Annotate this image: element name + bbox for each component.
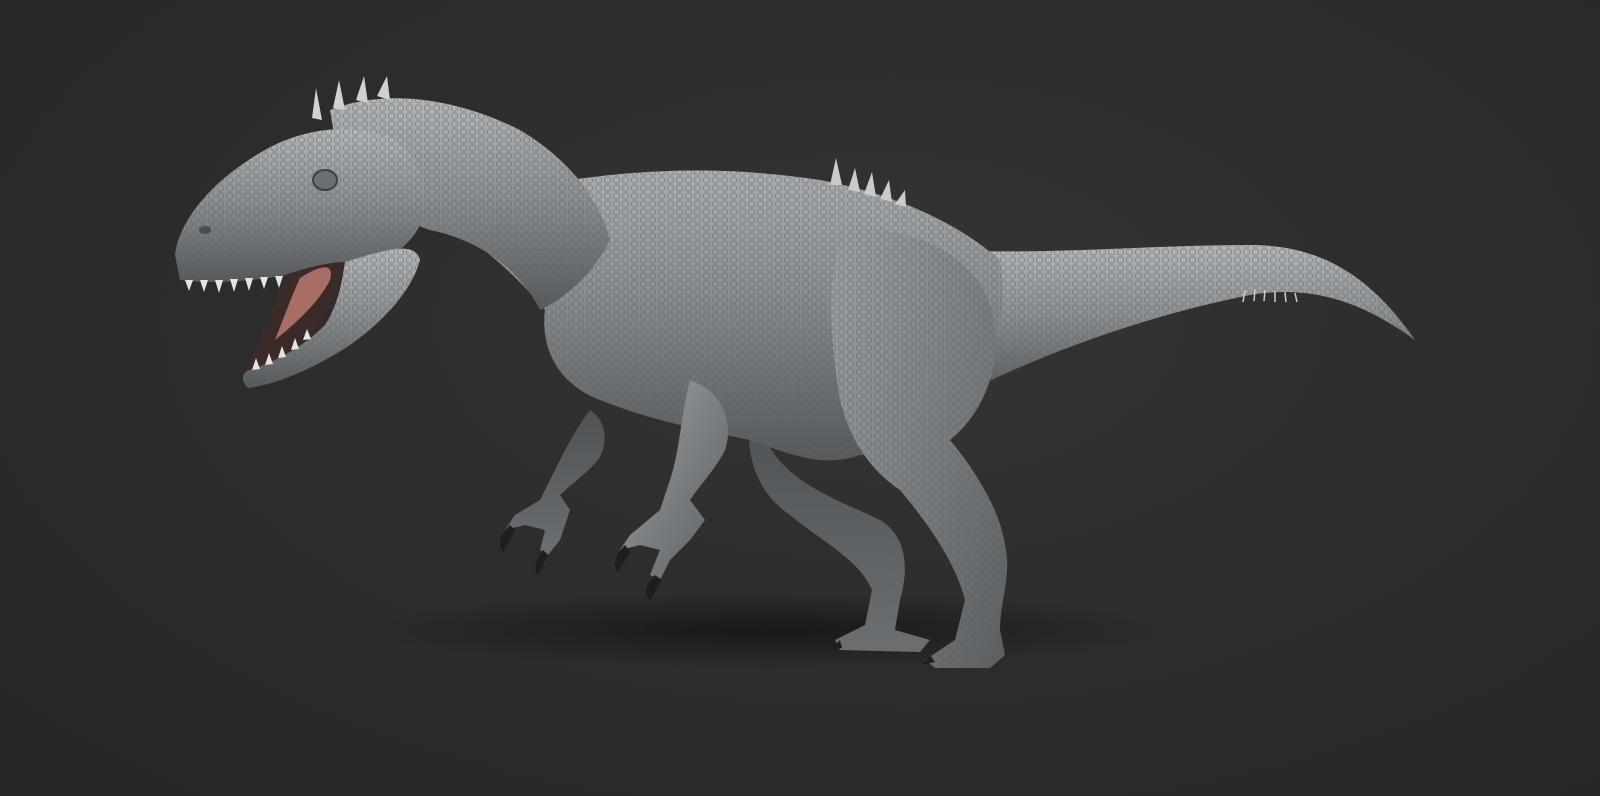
- nostril: [199, 226, 211, 234]
- eye: [312, 169, 338, 191]
- tail-texture: [950, 245, 1415, 395]
- dinosaur-render: [175, 76, 1415, 668]
- far-arm: [505, 410, 605, 555]
- ground-shadow: [370, 592, 1170, 668]
- render-viewport: [0, 0, 1600, 796]
